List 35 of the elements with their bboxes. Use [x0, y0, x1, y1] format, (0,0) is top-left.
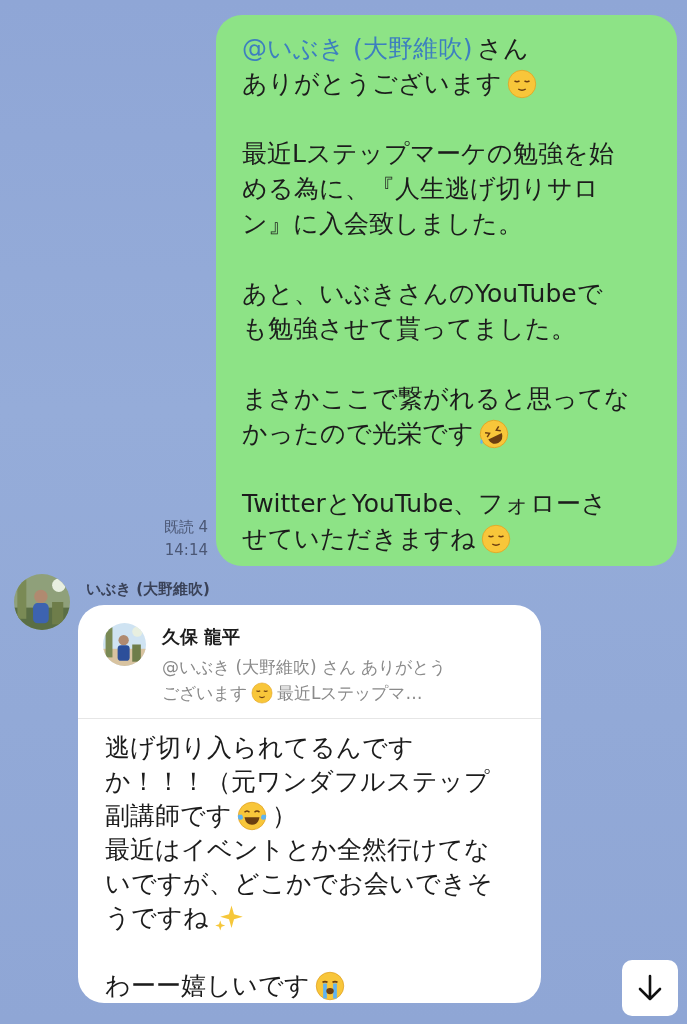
message-text: 最近Lステップマーケの勉強を始	[242, 138, 614, 170]
message-text: まさかここで繋がれると思ってな	[242, 383, 630, 415]
message-text: 副講師です	[105, 799, 232, 832]
message-text: も勉強させて貰ってました。	[242, 313, 576, 345]
message-text: 最近はイベントとか全然行けてな	[105, 833, 490, 866]
quote-author: 久保 龍平	[162, 624, 242, 649]
message-text: いですが、どこかでお会いできそ	[105, 867, 493, 900]
relieved-face-icon	[251, 681, 273, 704]
scroll-down-button[interactable]	[622, 960, 678, 1016]
tears-of-joy-face-icon	[237, 800, 267, 831]
sender-name: いぶき (大野維吹)	[86, 579, 211, 600]
message-text: 最近Lステップマ…	[277, 681, 423, 705]
message-time: 14:14	[163, 540, 208, 561]
relieved-face-icon	[481, 523, 511, 554]
message-text: うですね	[105, 901, 209, 934]
arrow-down-icon	[637, 974, 663, 1002]
message-text: TwitterとYouTube、フォローさ	[242, 488, 608, 520]
crying-face-icon	[315, 970, 345, 1001]
message-text: あと、いぶきさんのYouTubeで	[242, 278, 603, 310]
message-text: ございます	[162, 681, 247, 705]
message-text: さん	[477, 33, 530, 65]
message-text: ）	[272, 799, 297, 832]
message-text: かったので光栄です	[242, 418, 474, 450]
message-text: か！！！（元ワンダフルステップ	[105, 765, 490, 798]
message-text: せていただきますね	[242, 523, 476, 555]
message-text: @いぶき (大野維吹) さん ありがとう	[162, 655, 447, 679]
read-receipt: 既読 4	[163, 517, 208, 538]
message-text: める為に、『人生逃げ切りサロ	[242, 173, 599, 205]
message-text: 逃げ切り入られてるんです	[105, 731, 414, 764]
laughing-face-icon	[479, 418, 509, 449]
message-text: ン』に入会致しました。	[242, 208, 523, 240]
mention-link[interactable]: @いぶき (大野維吹)	[242, 31, 473, 66]
message-text: ありがとうございます	[242, 68, 502, 100]
relieved-face-icon	[507, 68, 537, 99]
message-text: わーー嬉しいです	[105, 969, 310, 1002]
